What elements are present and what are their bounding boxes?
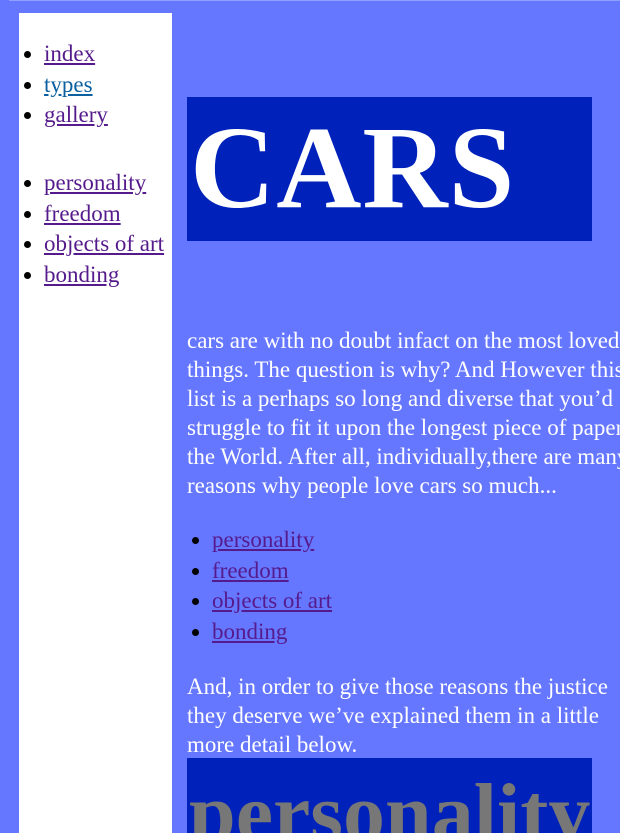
nav-link-types[interactable]: types bbox=[44, 72, 93, 97]
nav-item-index: index bbox=[44, 39, 108, 70]
reason-link-bonding[interactable]: bonding bbox=[212, 619, 287, 644]
nav-item-types: types bbox=[44, 70, 108, 101]
nav-item-bonding: bonding bbox=[44, 260, 164, 291]
list-item: personality bbox=[212, 525, 332, 556]
nav-link-bonding[interactable]: bonding bbox=[44, 262, 119, 287]
reason-link-personality[interactable]: personality bbox=[212, 527, 314, 552]
list-item: objects of art bbox=[212, 586, 332, 617]
nav-link-freedom[interactable]: freedom bbox=[44, 201, 121, 226]
nav-link-personality[interactable]: personality bbox=[44, 170, 146, 195]
nav-item-freedom: freedom bbox=[44, 199, 164, 230]
main-content: CARS cars are with no doubt infact on th… bbox=[187, 0, 623, 833]
intro-paragraph: cars are with no doubt infact on the mos… bbox=[187, 328, 623, 498]
nav-link-index[interactable]: index bbox=[44, 41, 95, 66]
list-item: bonding bbox=[212, 617, 332, 648]
primary-nav: index types gallery bbox=[19, 39, 108, 131]
sidebar: index types gallery personality freedom … bbox=[19, 13, 172, 833]
nav-item-personality: personality bbox=[44, 168, 164, 199]
page-title: CARS bbox=[190, 102, 516, 233]
section-heading: personality bbox=[189, 767, 591, 833]
outro-paragraph: And, in order to give those reasons the … bbox=[187, 674, 608, 757]
list-item: freedom bbox=[212, 556, 332, 587]
nav-item-gallery: gallery bbox=[44, 100, 108, 131]
left-edge bbox=[0, 0, 9, 833]
section-nav: personality freedom objects of art bondi… bbox=[19, 168, 164, 290]
section-banner: personality bbox=[187, 758, 592, 833]
reasons-list: personality freedom objects of art bondi… bbox=[187, 525, 332, 647]
title-banner: CARS bbox=[187, 97, 592, 241]
reason-link-objects-of-art[interactable]: objects of art bbox=[212, 588, 332, 613]
nav-item-objects-of-art: objects of art bbox=[44, 229, 164, 260]
reason-link-freedom[interactable]: freedom bbox=[212, 558, 289, 583]
nav-link-objects-of-art[interactable]: objects of art bbox=[44, 231, 164, 256]
nav-link-gallery[interactable]: gallery bbox=[44, 102, 108, 127]
